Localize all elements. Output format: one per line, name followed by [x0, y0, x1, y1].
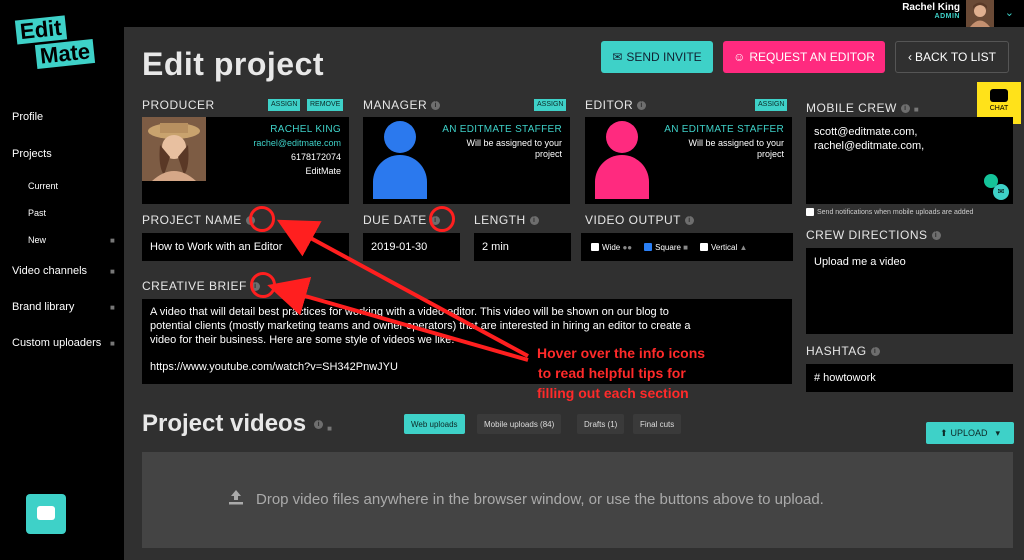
annotation-line-1: Hover over the info icons	[537, 345, 706, 361]
upload-button[interactable]: ⬆ UPLOAD ▾	[926, 422, 1014, 444]
annotation-text: Hover over the info icons to read helpfu…	[537, 343, 705, 403]
annotation-line-2: to read helpful tips for	[538, 365, 686, 381]
chevron-down-icon[interactable]: ▾	[996, 428, 1001, 439]
drop-zone-text: Drop video files anywhere in the browser…	[256, 491, 824, 508]
page: Rachel King ADMIN ⌄ Edit Mate Profile Pr…	[0, 0, 1024, 560]
tab-mobile-uploads[interactable]: Mobile uploads (84)	[477, 414, 562, 434]
tab-final-cuts[interactable]: Final cuts	[633, 414, 682, 434]
upload-label: UPLOAD	[950, 428, 988, 438]
camera-icon: ■	[327, 424, 332, 433]
upload-icon	[229, 490, 243, 505]
tab-drafts[interactable]: Drafts (1)	[577, 414, 625, 434]
tab-web-uploads[interactable]: Web uploads	[404, 414, 465, 434]
project-videos-title-text: Project videos	[142, 410, 307, 437]
project-videos-title: Project videos i ■	[142, 410, 332, 438]
upload-icon: ⬆	[939, 427, 948, 438]
annotation-line-3: filling out each section	[537, 385, 689, 401]
info-icon[interactable]: i	[314, 420, 324, 430]
